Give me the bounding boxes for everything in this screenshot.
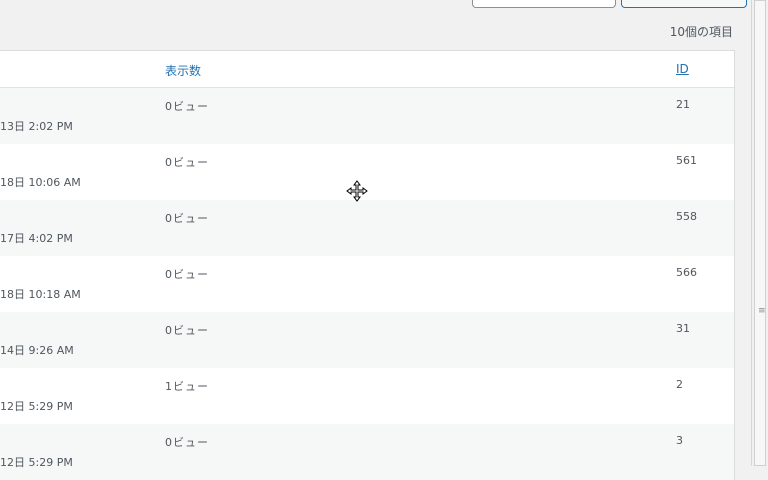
- row-date: 18日 10:06 AM: [0, 176, 81, 189]
- table-row: 17日 4:02 PM 0ビュー 558: [0, 200, 734, 256]
- grip-icon: ≡: [758, 306, 766, 316]
- column-header-id[interactable]: ID: [676, 62, 689, 76]
- table-header: 表示数 ID: [0, 51, 734, 88]
- row-views: 0ビュー: [165, 436, 209, 449]
- table-row: 13日 2:02 PM 0ビュー 21: [0, 88, 734, 144]
- row-views: 0ビュー: [165, 156, 209, 169]
- table-row: 12日 5:29 PM 1ビュー 2: [0, 368, 734, 424]
- table-row: 18日 10:18 AM 0ビュー 566: [0, 256, 734, 312]
- row-id: 566: [676, 266, 697, 279]
- search-input[interactable]: [472, 0, 616, 8]
- row-id: 558: [676, 210, 697, 223]
- row-date: 17日 4:02 PM: [0, 232, 73, 245]
- table-row: 12日 5:29 PM 0ビュー 3: [0, 424, 734, 480]
- row-date: 12日 5:29 PM: [0, 400, 73, 413]
- row-id: 561: [676, 154, 697, 167]
- vertical-scrollbar[interactable]: ≡: [751, 0, 768, 466]
- row-date: 18日 10:18 AM: [0, 288, 81, 301]
- posts-table: 表示数 ID 13日 2:02 PM 0ビュー 21 18日 10:06 AM …: [0, 50, 735, 480]
- row-id: 31: [676, 322, 690, 335]
- items-count: 10個の項目: [669, 25, 733, 39]
- row-views: 1ビュー: [165, 380, 209, 393]
- row-views: 0ビュー: [165, 100, 209, 113]
- row-views: 0ビュー: [165, 268, 209, 281]
- search-button[interactable]: [621, 0, 747, 8]
- row-id: 3: [676, 434, 683, 447]
- row-date: 12日 5:29 PM: [0, 456, 73, 469]
- table-row: 14日 9:26 AM 0ビュー 31: [0, 312, 734, 368]
- row-views: 0ビュー: [165, 324, 209, 337]
- row-date: 13日 2:02 PM: [0, 120, 73, 133]
- row-views: 0ビュー: [165, 212, 209, 225]
- row-id: 21: [676, 98, 690, 111]
- scrollbar-thumb[interactable]: ≡: [754, 0, 766, 466]
- move-cursor-icon: [346, 180, 368, 202]
- row-id: 2: [676, 378, 683, 391]
- row-date: 14日 9:26 AM: [0, 344, 74, 357]
- column-header-views[interactable]: 表示数: [165, 62, 201, 79]
